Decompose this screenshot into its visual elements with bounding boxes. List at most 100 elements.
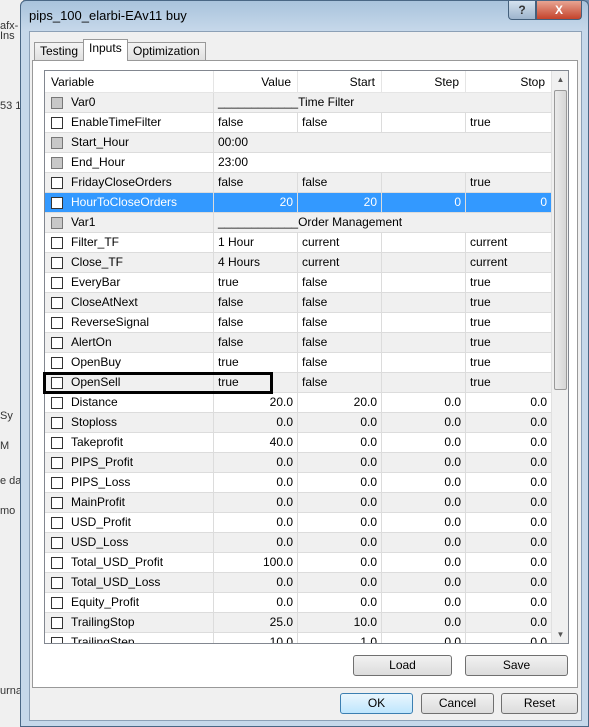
start-cell[interactable]: false [298, 273, 382, 292]
stop-cell[interactable]: 0.0 [466, 553, 551, 572]
start-cell[interactable]: false [298, 293, 382, 312]
stop-cell[interactable]: 0.0 [466, 613, 551, 632]
optimize-checkbox[interactable] [51, 376, 63, 389]
table-row[interactable]: Var0 ____________Time Filter [45, 93, 551, 113]
start-cell[interactable]: 0.0 [298, 553, 382, 572]
table-row[interactable]: Stoploss 0.0 0.0 0.0 0.0 [45, 413, 551, 433]
cancel-button[interactable]: Cancel [421, 693, 494, 714]
table-row[interactable]: Total_USD_Loss 0.0 0.0 0.0 0.0 [45, 573, 551, 593]
start-cell[interactable]: false [298, 353, 382, 372]
start-cell[interactable]: false [298, 333, 382, 352]
column-start[interactable]: Start [298, 71, 382, 92]
start-cell[interactable]: current [298, 253, 382, 272]
value-cell[interactable]: 4 Hours [214, 253, 298, 272]
tab-inputs[interactable]: Inputs [83, 39, 128, 61]
optimize-checkbox[interactable] [51, 156, 63, 169]
optimize-checkbox[interactable] [51, 296, 63, 309]
step-cell[interactable] [382, 253, 466, 272]
table-row[interactable]: Total_USD_Profit 100.0 0.0 0.0 0.0 [45, 553, 551, 573]
optimize-checkbox[interactable] [51, 516, 63, 529]
start-cell[interactable]: 20.0 [298, 393, 382, 412]
value-cell[interactable]: false [214, 313, 298, 332]
table-row[interactable]: FridayCloseOrders false false true [45, 173, 551, 193]
start-cell[interactable]: false [298, 113, 382, 132]
stop-cell[interactable]: true [466, 353, 551, 372]
stop-cell[interactable]: 0.0 [466, 493, 551, 512]
step-cell[interactable]: 0 [382, 193, 466, 212]
start-cell[interactable]: 0.0 [298, 453, 382, 472]
start-cell[interactable]: 0.0 [298, 473, 382, 492]
start-cell[interactable]: 0.0 [298, 493, 382, 512]
stop-cell[interactable]: current [466, 253, 551, 272]
value-cell[interactable]: true [214, 373, 298, 392]
step-cell[interactable]: 0.0 [382, 613, 466, 632]
optimize-checkbox[interactable] [51, 176, 63, 189]
value-cell[interactable]: 0.0 [214, 493, 298, 512]
optimize-checkbox[interactable] [51, 236, 63, 249]
value-cell[interactable]: 0.0 [214, 453, 298, 472]
step-cell[interactable] [382, 273, 466, 292]
value-cell[interactable]: false [214, 333, 298, 352]
value-cell[interactable]: true [214, 353, 298, 372]
start-cell[interactable]: 0.0 [298, 573, 382, 592]
table-row[interactable]: USD_Loss 0.0 0.0 0.0 0.0 [45, 533, 551, 553]
optimize-checkbox[interactable] [51, 356, 63, 369]
stop-cell[interactable]: 0.0 [466, 393, 551, 412]
stop-cell[interactable]: true [466, 173, 551, 192]
start-cell[interactable]: 1.0 [298, 633, 382, 643]
start-cell[interactable]: false [298, 313, 382, 332]
stop-cell[interactable]: true [466, 313, 551, 332]
start-cell[interactable]: current [298, 233, 382, 252]
step-cell[interactable]: 0.0 [382, 433, 466, 452]
value-cell[interactable]: 0.0 [214, 593, 298, 612]
value-cell[interactable]: ____________Order Management [214, 213, 551, 232]
stop-cell[interactable]: 0.0 [466, 453, 551, 472]
step-cell[interactable]: 0.0 [382, 393, 466, 412]
step-cell[interactable]: 0.0 [382, 573, 466, 592]
scroll-down-icon[interactable]: ▼ [552, 626, 568, 643]
optimize-checkbox[interactable] [51, 416, 63, 429]
step-cell[interactable]: 0.0 [382, 473, 466, 492]
optimize-checkbox[interactable] [51, 276, 63, 289]
table-row[interactable]: OpenSell true false true [45, 373, 551, 393]
value-cell[interactable]: true [214, 273, 298, 292]
optimize-checkbox[interactable] [51, 596, 63, 609]
step-cell[interactable]: 0.0 [382, 553, 466, 572]
help-button[interactable]: ? [508, 1, 536, 20]
step-cell[interactable] [382, 293, 466, 312]
column-value[interactable]: Value [214, 71, 298, 92]
optimize-checkbox[interactable] [51, 456, 63, 469]
step-cell[interactable]: 0.0 [382, 533, 466, 552]
value-cell[interactable]: 0.0 [214, 513, 298, 532]
table-row[interactable]: PIPS_Profit 0.0 0.0 0.0 0.0 [45, 453, 551, 473]
value-cell[interactable]: 10.0 [214, 633, 298, 643]
optimize-checkbox[interactable] [51, 496, 63, 509]
optimize-checkbox[interactable] [51, 96, 63, 109]
optimize-checkbox[interactable] [51, 576, 63, 589]
value-cell[interactable]: false [214, 293, 298, 312]
step-cell[interactable] [382, 233, 466, 252]
scrollbar-thumb[interactable] [554, 90, 567, 390]
table-row[interactable]: EnableTimeFilter false false true [45, 113, 551, 133]
value-cell[interactable]: 0.0 [214, 413, 298, 432]
value-cell[interactable]: 20 [214, 193, 298, 212]
table-row[interactable]: HourToCloseOrders 20 20 0 0 [45, 193, 551, 213]
table-row[interactable]: Close_TF 4 Hours current current [45, 253, 551, 273]
value-cell[interactable]: 0.0 [214, 473, 298, 492]
start-cell[interactable]: 20 [298, 193, 382, 212]
column-variable[interactable]: Variable [45, 71, 214, 92]
value-cell[interactable]: 20.0 [214, 393, 298, 412]
stop-cell[interactable]: 0.0 [466, 593, 551, 612]
stop-cell[interactable]: 0.0 [466, 633, 551, 643]
stop-cell[interactable]: current [466, 233, 551, 252]
table-row[interactable]: Start_Hour 00:00 [45, 133, 551, 153]
table-row[interactable]: Distance 20.0 20.0 0.0 0.0 [45, 393, 551, 413]
scroll-up-icon[interactable]: ▲ [552, 71, 568, 88]
table-row[interactable]: EveryBar true false true [45, 273, 551, 293]
optimize-checkbox[interactable] [51, 256, 63, 269]
value-cell[interactable]: 100.0 [214, 553, 298, 572]
start-cell[interactable]: false [298, 373, 382, 392]
value-cell[interactable]: 00:00 [214, 133, 551, 152]
step-cell[interactable] [382, 333, 466, 352]
table-row[interactable]: TrailingStep 10.0 1.0 0.0 0.0 [45, 633, 551, 643]
